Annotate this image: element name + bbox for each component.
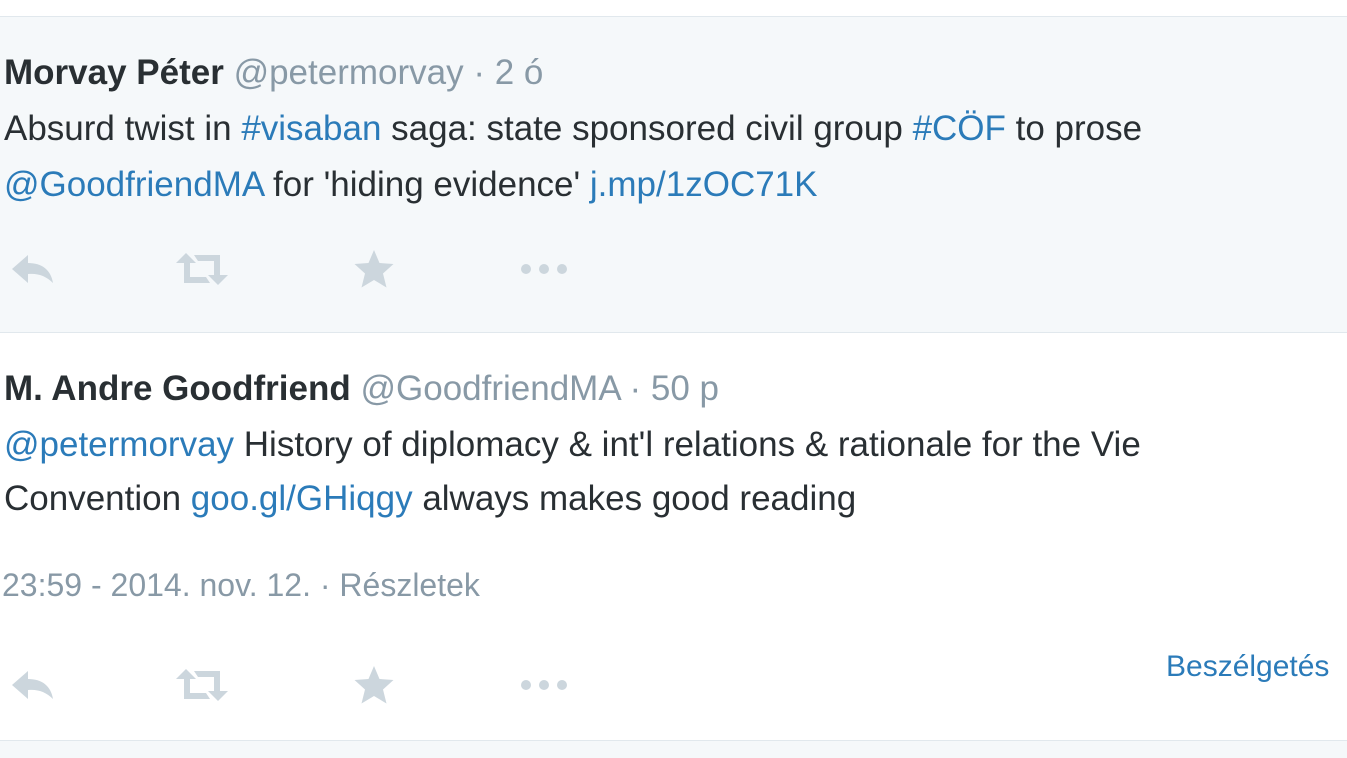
details-link[interactable]: Részletek (339, 567, 480, 603)
timeline-top-gap (0, 0, 1347, 16)
mention-link[interactable]: @petermorvay (4, 425, 234, 464)
tweet-text: for 'hiding evidence' (263, 165, 590, 204)
favorite-button[interactable] (344, 663, 404, 707)
reply-button[interactable] (2, 663, 62, 707)
tweet-time[interactable]: 2 ó (495, 53, 544, 92)
tweet-time[interactable]: 50 p (651, 369, 719, 408)
mention-link[interactable]: @GoodfriendMA (4, 165, 263, 204)
hashtag-link[interactable]: #visaban (241, 109, 381, 148)
url-link[interactable]: j.mp/1zOC71K (590, 165, 818, 204)
next-tweet-edge (0, 740, 1347, 758)
favorite-icon (354, 666, 394, 704)
more-icon (521, 680, 567, 690)
retweet-button[interactable] (172, 663, 232, 707)
favorite-icon (354, 250, 394, 288)
reply-icon (12, 255, 53, 283)
retweet-icon (176, 253, 228, 285)
tweet-author-handle[interactable]: @GoodfriendMA (360, 369, 619, 408)
tweet-timestamp[interactable]: 23:59 - 2014. nov. 12. (2, 567, 311, 603)
retweet-icon (176, 669, 228, 701)
url-link[interactable]: goo.gl/GHiqgy (191, 479, 413, 518)
tweet-goodfriendma[interactable]: M. Andre Goodfriend @GoodfriendMA · 50 p… (0, 332, 1347, 740)
retweet-button[interactable] (172, 247, 232, 291)
reply-icon (12, 671, 53, 699)
tweet-author-name[interactable]: M. Andre Goodfriend (4, 369, 351, 408)
hashtag-link[interactable]: #CÖF (913, 109, 1006, 148)
tweet-text-line-1: Absurd twist in #visaban saga: state spo… (4, 109, 1142, 149)
header-separator: · (463, 53, 495, 92)
timeline: Morvay Péter @petermorvay · 2 ó Absurd t… (0, 0, 1347, 758)
favorite-button[interactable] (344, 247, 404, 291)
meta-separator: · (310, 567, 340, 603)
tweet-actions (0, 247, 700, 291)
tweet-text-line-2: @GoodfriendMA for 'hiding evidence' j.mp… (4, 165, 818, 205)
tweet-header: Morvay Péter @petermorvay · 2 ó (4, 53, 543, 93)
tweet-text: Absurd twist in (4, 109, 242, 148)
tweet-author-handle[interactable]: @petermorvay (234, 53, 464, 92)
tweet-author-name[interactable]: Morvay Péter (4, 53, 224, 92)
conversation-link[interactable]: Beszélgetés (1166, 647, 1329, 687)
tweet-text: saga: state sponsored civil group (381, 109, 913, 148)
tweet-meta: 23:59 - 2014. nov. 12. · Részletek (2, 567, 480, 603)
tweet-text: Convention (4, 479, 191, 518)
more-icon (521, 264, 567, 274)
tweet-petermorvay[interactable]: Morvay Péter @petermorvay · 2 ó Absurd t… (0, 16, 1347, 332)
tweet-header: M. Andre Goodfriend @GoodfriendMA · 50 p (4, 369, 719, 409)
tweet-actions (0, 663, 700, 707)
tweet-text-line-1: @petermorvay History of diplomacy & int'… (4, 425, 1141, 465)
tweet-text: always makes good reading (412, 479, 857, 518)
header-separator: · (619, 369, 651, 408)
tweet-text-line-2: Convention goo.gl/GHiqgy always makes go… (4, 479, 856, 519)
tweet-text: History of diplomacy & int'l relations &… (234, 425, 1141, 464)
more-button[interactable] (514, 247, 574, 291)
reply-button[interactable] (2, 247, 62, 291)
more-button[interactable] (514, 663, 574, 707)
tweet-text: to prose (1005, 109, 1143, 148)
